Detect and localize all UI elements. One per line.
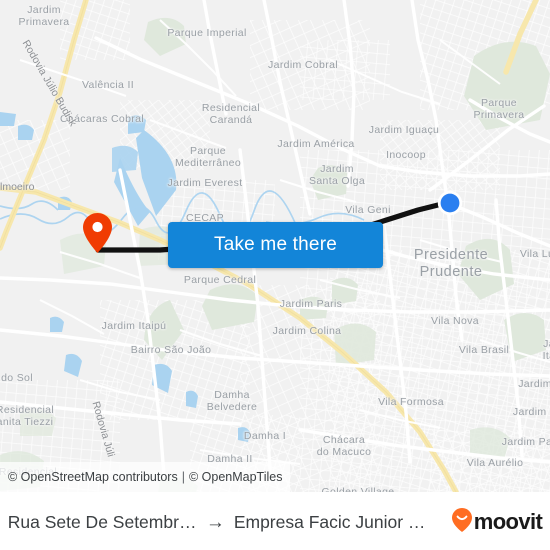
moovit-logo[interactable]: moovit (451, 507, 543, 537)
origin-marker[interactable] (83, 213, 112, 253)
route-summary: Rua Sete De Setembro… → Empresa Facic Ju… (8, 512, 438, 533)
attribution-openmaptiles[interactable]: © OpenMapTiles (189, 470, 283, 484)
moovit-map-screen: Jardim Primavera Parque Imperial Jardim Cob… (0, 0, 550, 550)
moovit-pin-icon (451, 507, 472, 537)
route-footer: Rua Sete De Setembro… → Empresa Facic Ju… (0, 492, 550, 550)
map-canvas[interactable]: Jardim Primavera Parque Imperial Jardim Cob… (0, 0, 550, 492)
map-attribution: © OpenStreetMap contributors | © OpenMap… (0, 462, 291, 492)
moovit-wordmark: moovit (473, 509, 543, 534)
take-me-there-button[interactable]: Take me there (168, 222, 383, 268)
route-origin-label: Rua Sete De Setembro… (7, 511, 197, 532)
destination-marker[interactable] (437, 190, 463, 216)
route-destination-label: Empresa Facic Junior Un… (233, 511, 438, 532)
attribution-osm[interactable]: © OpenStreetMap contributors (8, 470, 178, 484)
attribution-separator: | (181, 470, 185, 484)
take-me-there-label: Take me there (214, 234, 337, 255)
arrow-right-icon: → (205, 511, 225, 533)
